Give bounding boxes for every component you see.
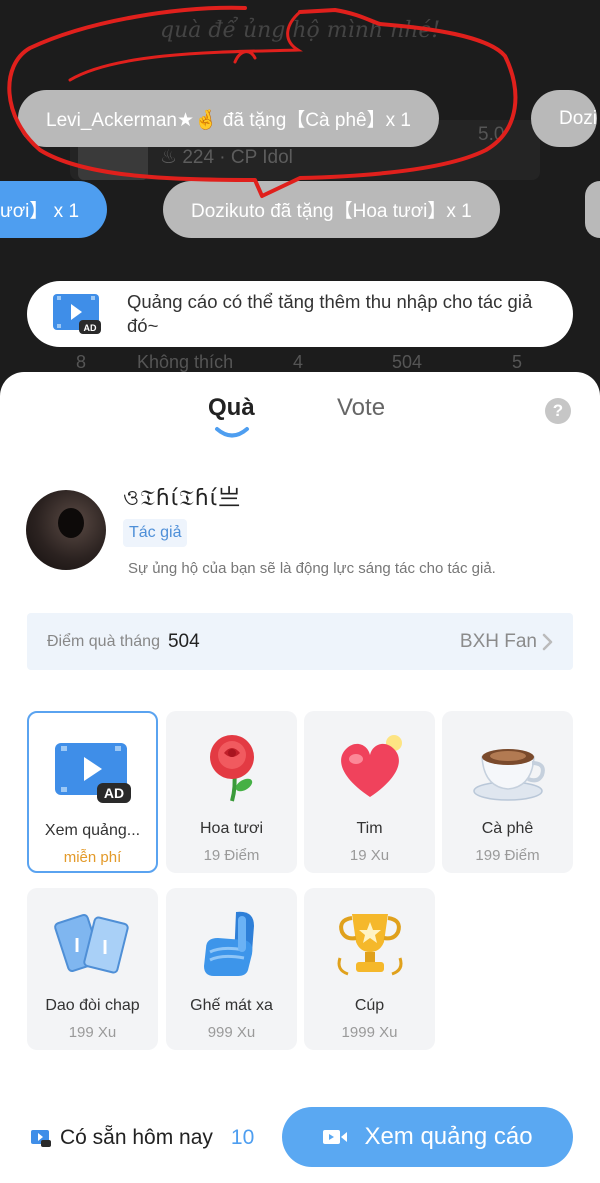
gift-name: Hoa tươi: [200, 820, 263, 837]
tab-gift[interactable]: Quà: [208, 394, 255, 422]
gift-name: Cúp: [354, 997, 385, 1014]
trophy-icon: [337, 914, 402, 976]
author-avatar[interactable]: [26, 490, 106, 570]
monthly-gift-points-bar: Điểm quà tháng 504 BXH Fan: [27, 613, 573, 670]
watch-ad-label: Xem quảng cáo: [364, 1123, 533, 1150]
points-value: 504: [167, 630, 200, 652]
gift-name: Dao đòi chap: [45, 997, 140, 1014]
tab-vote[interactable]: Vote: [337, 394, 385, 422]
ad-video-small-icon: [31, 1130, 51, 1147]
help-icon[interactable]: ?: [545, 398, 571, 424]
gift-item-trophy[interactable]: Cúp 1999 Xu: [304, 888, 435, 1050]
gift-price: 199 Điểm: [475, 847, 540, 864]
gift-name: Tim: [356, 820, 383, 837]
gift-name: Cà phê: [481, 820, 534, 837]
fan-ranking-label: BXH Fan: [459, 630, 537, 652]
ad-video-icon: AD: [51, 292, 103, 336]
rose-icon: [209, 735, 254, 802]
heart-icon: [340, 735, 402, 797]
table-cell: 8: [76, 352, 87, 372]
gift-price: 1999 Xu: [341, 1024, 398, 1041]
available-today: Có sẵn hôm nay 10: [30, 1126, 254, 1150]
gift-item-heart[interactable]: Tim 19 Xu: [304, 711, 435, 873]
gift-item-watch-ad[interactable]: AD Xem quảng... miễn phí: [27, 711, 158, 873]
gift-price: 999 Xu: [207, 1024, 256, 1041]
gift-item-rose[interactable]: Hoa tươi 19 Điểm: [166, 711, 297, 873]
svg-text:I: I: [74, 935, 80, 957]
red-annotation-scribble: [7, 5, 518, 198]
table-cell: Không thích: [137, 352, 234, 372]
ad-banner-text: Quảng cáo có thể tăng thêm thu nhập cho …: [127, 291, 533, 336]
available-today-count: 10: [230, 1126, 255, 1149]
coffee-cup-icon: [472, 749, 545, 801]
available-today-label: Có sẵn hôm nay: [60, 1126, 213, 1149]
table-cell: 504: [392, 352, 423, 372]
watch-ad-button[interactable]: Xem quảng cáo: [282, 1107, 573, 1167]
gift-item-knife-chapter[interactable]: I I Dao đòi chap 199 Xu: [27, 888, 158, 1050]
ad-video-icon: AD: [54, 743, 131, 803]
active-tab-indicator: [215, 427, 249, 438]
gift-price: 199 Xu: [68, 1024, 117, 1041]
massage-chair-icon: [203, 911, 254, 976]
author-name: ও𝔗ɦί𝔗ɦί亗: [123, 486, 242, 511]
table-cell: 5: [512, 352, 523, 372]
author-subtitle: Sự ủng hộ của bạn sẽ là động lực sáng tá…: [128, 560, 496, 577]
knife-tickets-icon: I I: [53, 914, 129, 974]
ad-info-banner[interactable]: AD Quảng cáo có thể tăng thêm thu nhập c…: [27, 281, 573, 347]
gift-price: 19 Điểm: [203, 847, 260, 864]
svg-text:I: I: [102, 937, 108, 959]
gift-bottom-sheet: Quà Vote ? ও𝔗ɦί𝔗ɦί亗 Tác giả Sự ủng hộ củ…: [0, 372, 600, 1183]
svg-text:AD: AD: [84, 323, 97, 333]
gift-price: 19 Xu: [349, 847, 390, 864]
gift-item-coffee[interactable]: Cà phê 199 Điểm: [442, 711, 573, 873]
gift-name: Xem quảng...: [44, 822, 141, 839]
gift-item-massage-chair[interactable]: Ghế mát xa 999 Xu: [166, 888, 297, 1050]
gift-name: Ghế mát xa: [190, 997, 273, 1014]
chevron-right-icon: [542, 633, 553, 650]
gift-price: miễn phí: [63, 849, 122, 866]
svg-text:AD: AD: [103, 785, 123, 801]
video-camera-icon: [323, 1130, 348, 1144]
author-role-badge: Tác giả: [123, 519, 188, 547]
points-label: Điểm quà tháng: [47, 632, 160, 650]
table-cell: 4: [293, 352, 304, 372]
fan-ranking-link[interactable]: BXH Fan: [460, 631, 553, 653]
